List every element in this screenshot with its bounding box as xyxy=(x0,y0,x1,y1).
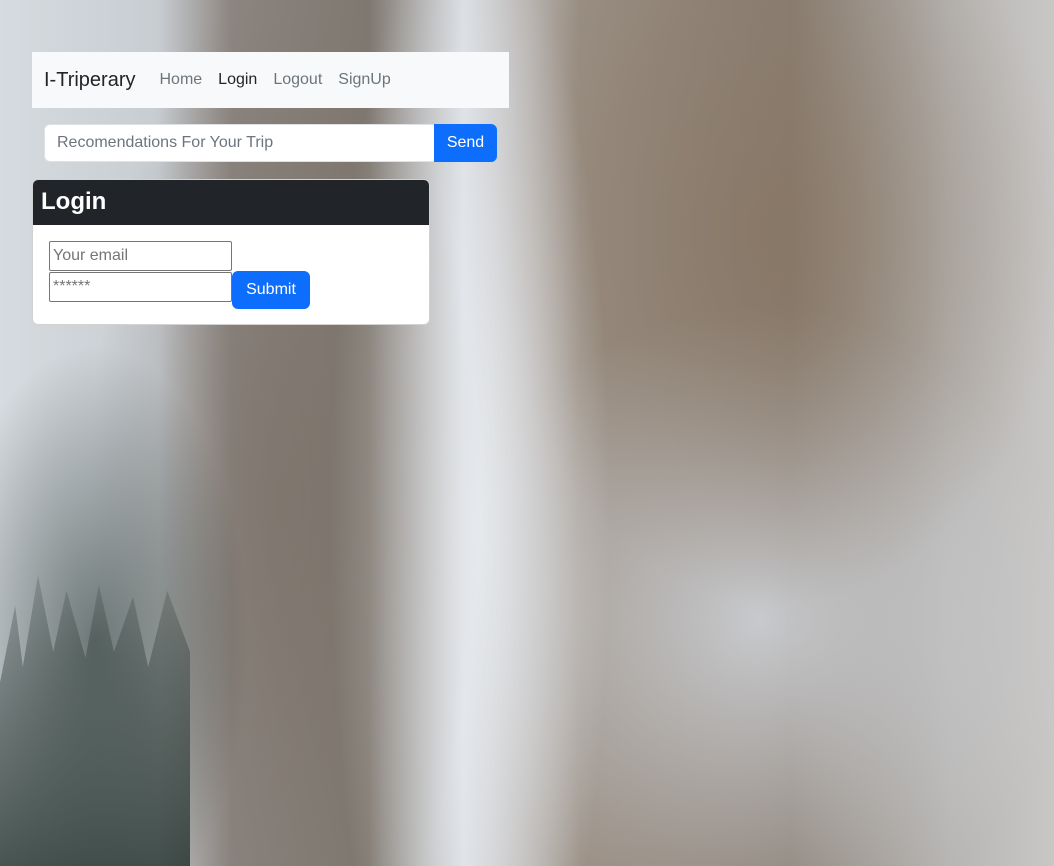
nav-link-login[interactable]: Login xyxy=(218,71,257,89)
nav-link-home[interactable]: Home xyxy=(159,71,202,89)
nav-link-signup[interactable]: SignUp xyxy=(338,71,390,89)
brand-logo[interactable]: I-Triperary xyxy=(44,69,135,92)
login-card-body: Submit xyxy=(33,225,429,324)
navbar: I-Triperary Home Login Logout SignUp xyxy=(32,52,509,108)
send-button[interactable]: Send xyxy=(434,124,497,162)
background-image xyxy=(0,575,190,866)
password-field[interactable] xyxy=(49,272,232,302)
recommendation-search-group: Send xyxy=(44,124,497,162)
nav-link-logout[interactable]: Logout xyxy=(273,71,322,89)
login-card: Login Submit xyxy=(32,179,430,325)
submit-button[interactable]: Submit xyxy=(232,271,310,309)
email-field[interactable] xyxy=(49,241,232,271)
login-card-title: Login xyxy=(33,180,429,225)
recommendation-input[interactable] xyxy=(44,124,434,162)
